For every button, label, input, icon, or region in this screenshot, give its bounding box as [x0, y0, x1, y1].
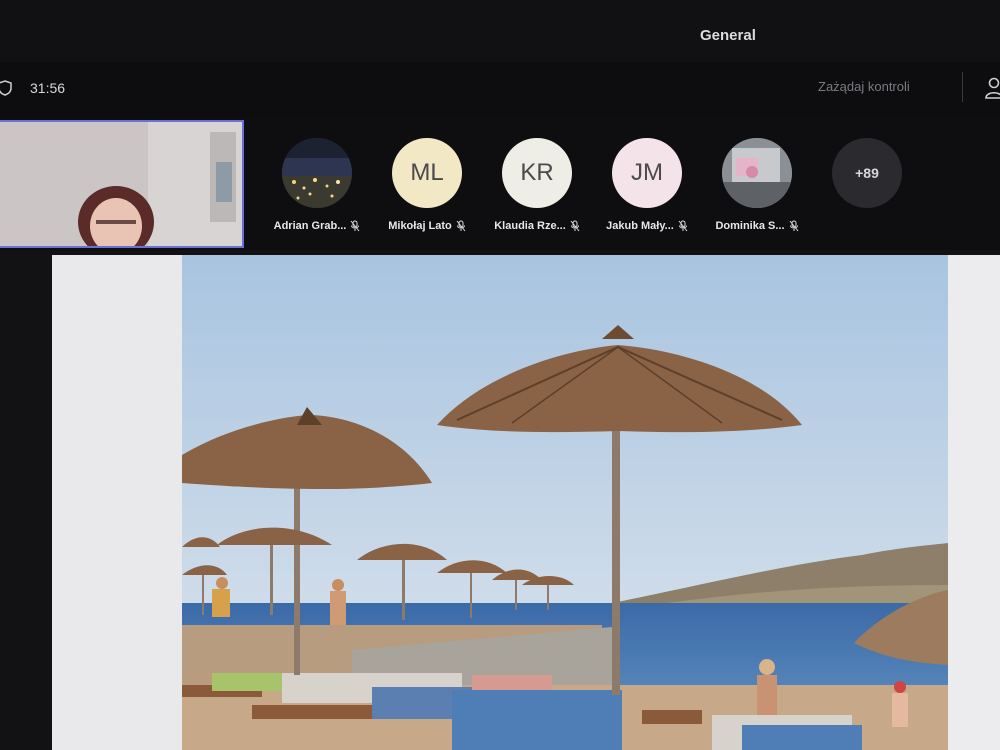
participant-tile[interactable]: JM Jakub Mały...	[592, 132, 702, 242]
self-video-tile[interactable]	[0, 120, 244, 248]
participant-name: Klaudia Rze...	[494, 220, 566, 232]
self-video-feed	[0, 122, 242, 246]
shield-icon	[0, 80, 12, 96]
participant-tile[interactable]: KR Klaudia Rze...	[482, 132, 592, 242]
participant-label: Mikołaj Lato	[372, 218, 482, 234]
toolbar-divider	[962, 72, 963, 102]
beach-scene	[182, 255, 948, 750]
mic-muted-icon	[456, 220, 466, 232]
participant-label: Adrian Grab...	[262, 218, 372, 234]
avatar: KR	[502, 138, 572, 208]
people-icon[interactable]	[985, 76, 1000, 100]
channel-title: General	[700, 27, 756, 44]
city-night-photo	[282, 138, 352, 208]
participant-strip: Adrian Grab... ML Mikołaj Lato KR Klaudi…	[262, 132, 942, 242]
participant-label: Dominika S...	[702, 218, 812, 234]
title-bar: General	[0, 0, 1000, 62]
slide-margin-left	[52, 255, 182, 750]
participant-name: Mikołaj Lato	[388, 220, 452, 232]
request-control-button[interactable]: Zażądaj kontroli	[818, 79, 910, 94]
room-photo	[722, 138, 792, 208]
participant-tile[interactable]: Adrian Grab...	[262, 132, 372, 242]
more-participants-tile[interactable]: +89	[812, 132, 922, 242]
slide-margin-right	[948, 255, 1000, 750]
meeting-timer: 31:56	[30, 80, 66, 96]
avatar: ML	[392, 138, 462, 208]
mic-muted-icon	[789, 220, 798, 232]
more-participants-button[interactable]: +89	[832, 138, 902, 208]
shared-beach-photo	[182, 255, 948, 750]
participant-name: Dominika S...	[715, 220, 785, 232]
avatar: JM	[612, 138, 682, 208]
avatar	[282, 138, 352, 208]
mic-muted-icon	[350, 220, 360, 232]
participant-tile[interactable]: Dominika S...	[702, 132, 812, 242]
mic-muted-icon	[678, 220, 688, 232]
participant-name: Jakub Mały...	[606, 220, 674, 232]
participant-tile[interactable]: ML Mikołaj Lato	[372, 132, 482, 242]
participant-label: Klaudia Rze...	[482, 218, 592, 234]
mic-muted-icon	[570, 220, 580, 232]
avatar	[722, 138, 792, 208]
participant-name: Adrian Grab...	[273, 220, 347, 232]
participant-label: Jakub Mały...	[592, 218, 702, 234]
